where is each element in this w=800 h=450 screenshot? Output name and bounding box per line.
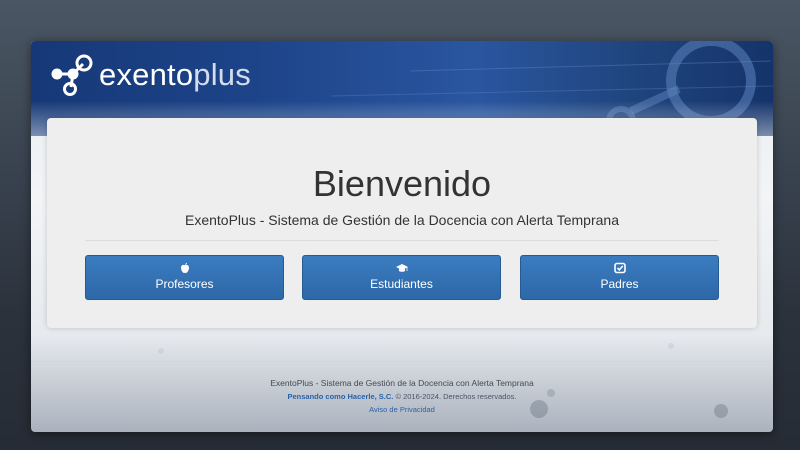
footer-divider [31, 361, 773, 362]
divider [85, 240, 719, 241]
page-title: Bienvenido [312, 163, 492, 204]
brand-logo[interactable]: exentoplus [49, 53, 251, 97]
company-link[interactable]: Pensando como Hacerle, S.C. [288, 392, 394, 401]
check-square-icon [613, 262, 626, 274]
page-subtitle: ExentoPlus - Sistema de Gestión de la Do… [185, 212, 619, 228]
footer-system-name: ExentoPlus - Sistema de Gestión de la Do… [270, 378, 534, 388]
privacy-link[interactable]: Aviso de Privacidad [369, 405, 435, 414]
profesores-button[interactable]: Profesores [85, 255, 284, 300]
profesores-label: Profesores [155, 277, 214, 291]
copyright-text: © 2016-2024. Derechos reservados. [395, 392, 517, 401]
molecule-logo-icon [51, 54, 93, 96]
estudiantes-button[interactable]: Estudiantes [302, 255, 501, 300]
footer-copyright-line: Pensando como Hacerle, S.C. © 2016-2024.… [31, 392, 773, 401]
welcome-card: Bienvenido ExentoPlus - Sistema de Gesti… [47, 118, 757, 328]
padres-label: Padres [600, 277, 639, 291]
page-frame: exentoplus Bienvenido ExentoPlus - Siste… [31, 41, 773, 432]
graduation-cap-icon [395, 264, 408, 272]
brand-name-light: plus [193, 57, 251, 92]
brand-wordmark: exentoplus [99, 57, 251, 93]
estudiantes-label: Estudiantes [370, 277, 433, 291]
apple-icon [180, 262, 189, 273]
padres-button[interactable]: Padres [520, 255, 719, 300]
brand-name-bold: exento [99, 57, 194, 92]
footer: ExentoPlus - Sistema de Gestión de la Do… [31, 378, 773, 414]
footer-privacy: Aviso de Privacidad [31, 405, 773, 414]
